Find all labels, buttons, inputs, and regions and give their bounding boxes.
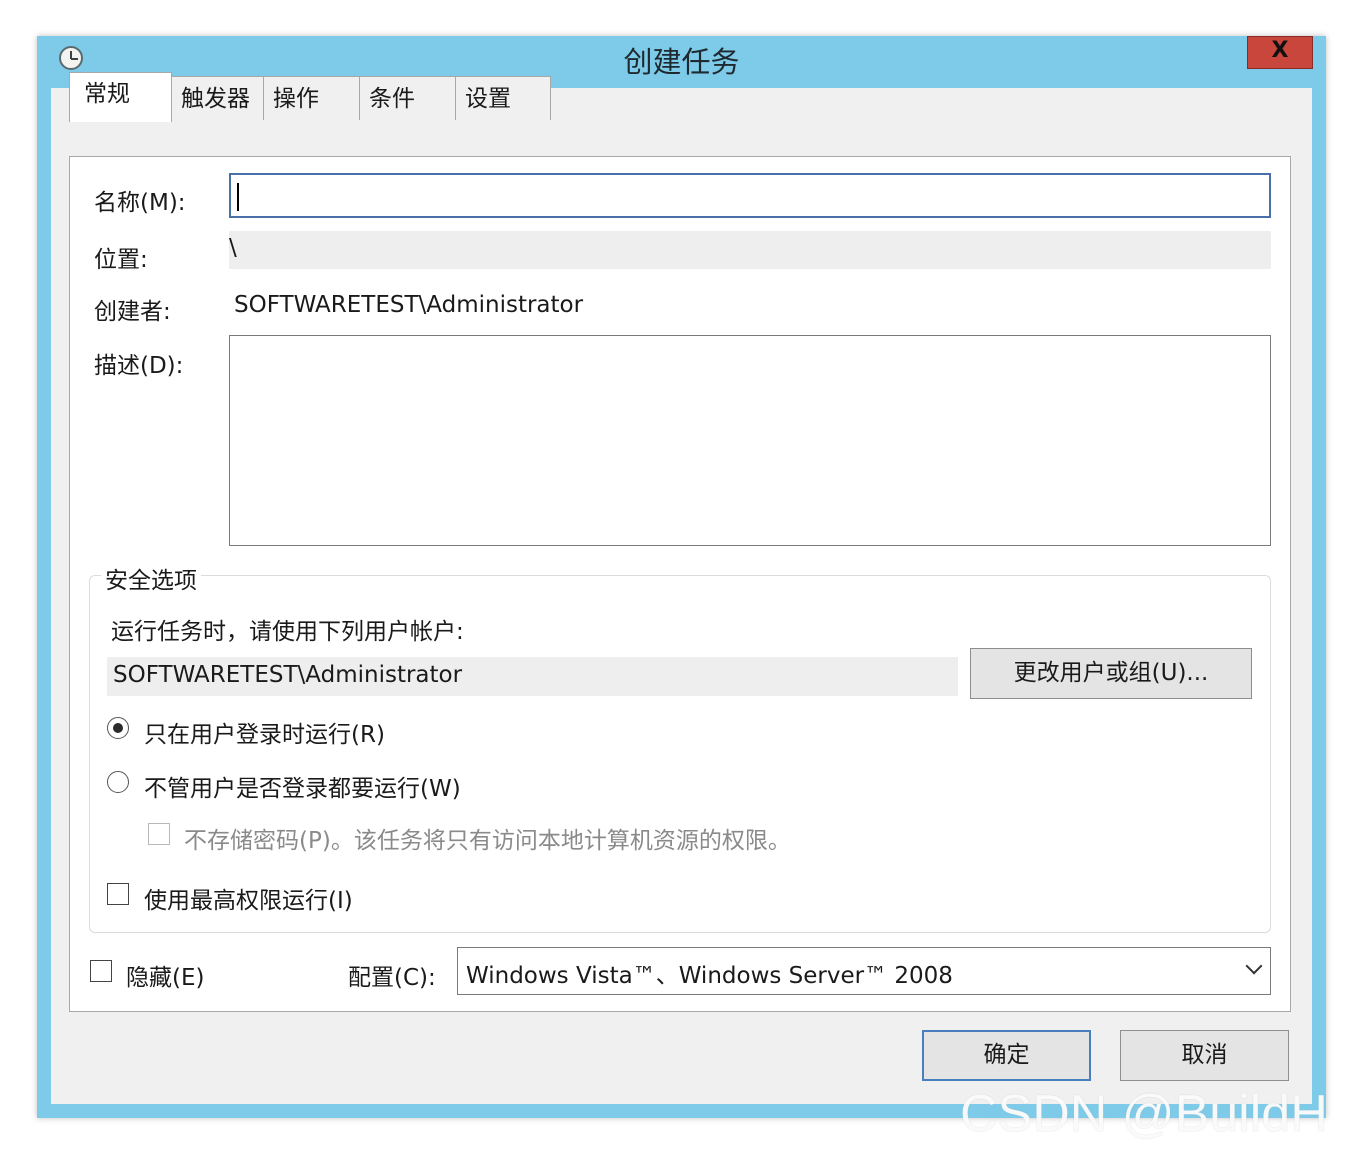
- text-caret: [237, 183, 239, 211]
- location-value: \: [229, 235, 237, 261]
- configure-select-value: Windows Vista™、Windows Server™ 2008: [466, 963, 953, 989]
- hidden-label[interactable]: 隐藏(E): [126, 958, 204, 992]
- change-user-button[interactable]: 更改用户或组(U)...: [970, 648, 1252, 699]
- name-input[interactable]: [229, 173, 1271, 218]
- no-store-password-checkbox[interactable]: [148, 823, 170, 845]
- highest-privileges-checkbox[interactable]: [107, 883, 129, 905]
- description-textarea[interactable]: [229, 335, 1271, 546]
- configure-label: 配置(C):: [348, 965, 436, 991]
- no-store-password-label: 不存储密码(P)。该任务将只有访问本地计算机资源的权限。: [184, 828, 791, 854]
- radio-run-logged-on[interactable]: [107, 717, 129, 739]
- description-label: 描述(D):: [94, 353, 184, 379]
- radio-run-logged-on-label[interactable]: 只在用户登录时运行(R): [144, 715, 385, 749]
- user-account-value: SOFTWARETEST\Administrator: [113, 662, 463, 688]
- highest-privileges-label[interactable]: 使用最高权限运行(I): [144, 881, 353, 915]
- security-options-legend: 安全选项: [101, 561, 201, 595]
- run-as-prompt: 运行任务时，请使用下列用户帐户:: [111, 619, 464, 645]
- hidden-checkbox[interactable]: [90, 960, 112, 982]
- author-value: SOFTWARETEST\Administrator: [234, 292, 584, 318]
- configure-select[interactable]: Windows Vista™、Windows Server™ 2008: [457, 947, 1271, 995]
- user-account-field: SOFTWARETEST\Administrator: [107, 657, 958, 696]
- ok-button[interactable]: 确定: [922, 1030, 1091, 1081]
- cancel-button[interactable]: 取消: [1120, 1030, 1289, 1081]
- location-field: \: [229, 231, 1271, 269]
- radio-run-whether-logged-on[interactable]: [107, 771, 129, 793]
- radio-run-whether-logged-on-label[interactable]: 不管用户是否登录都要运行(W): [144, 769, 461, 803]
- chevron-down-icon[interactable]: [1245, 957, 1263, 975]
- author-label: 创建者:: [94, 299, 171, 325]
- watermark: CSDN @BuildH: [960, 1085, 1328, 1143]
- name-label: 名称(M):: [94, 190, 186, 216]
- location-label: 位置:: [94, 247, 148, 273]
